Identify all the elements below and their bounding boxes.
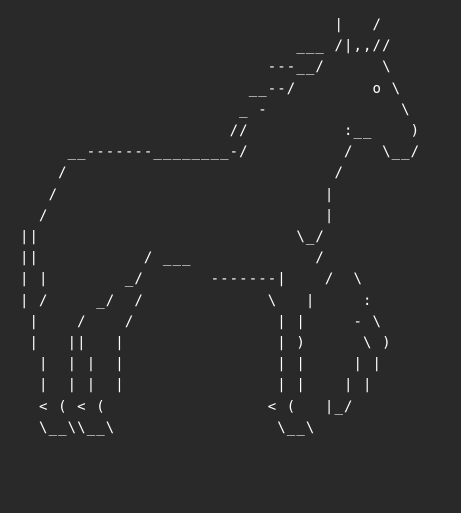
ascii-horse-art: | / ___ /|,,// ---__/ \ __--/ o \ _ - \ … xyxy=(20,17,421,436)
terminal-canvas: | / ___ /|,,// ---__/ \ __--/ o \ _ - \ … xyxy=(0,0,461,513)
